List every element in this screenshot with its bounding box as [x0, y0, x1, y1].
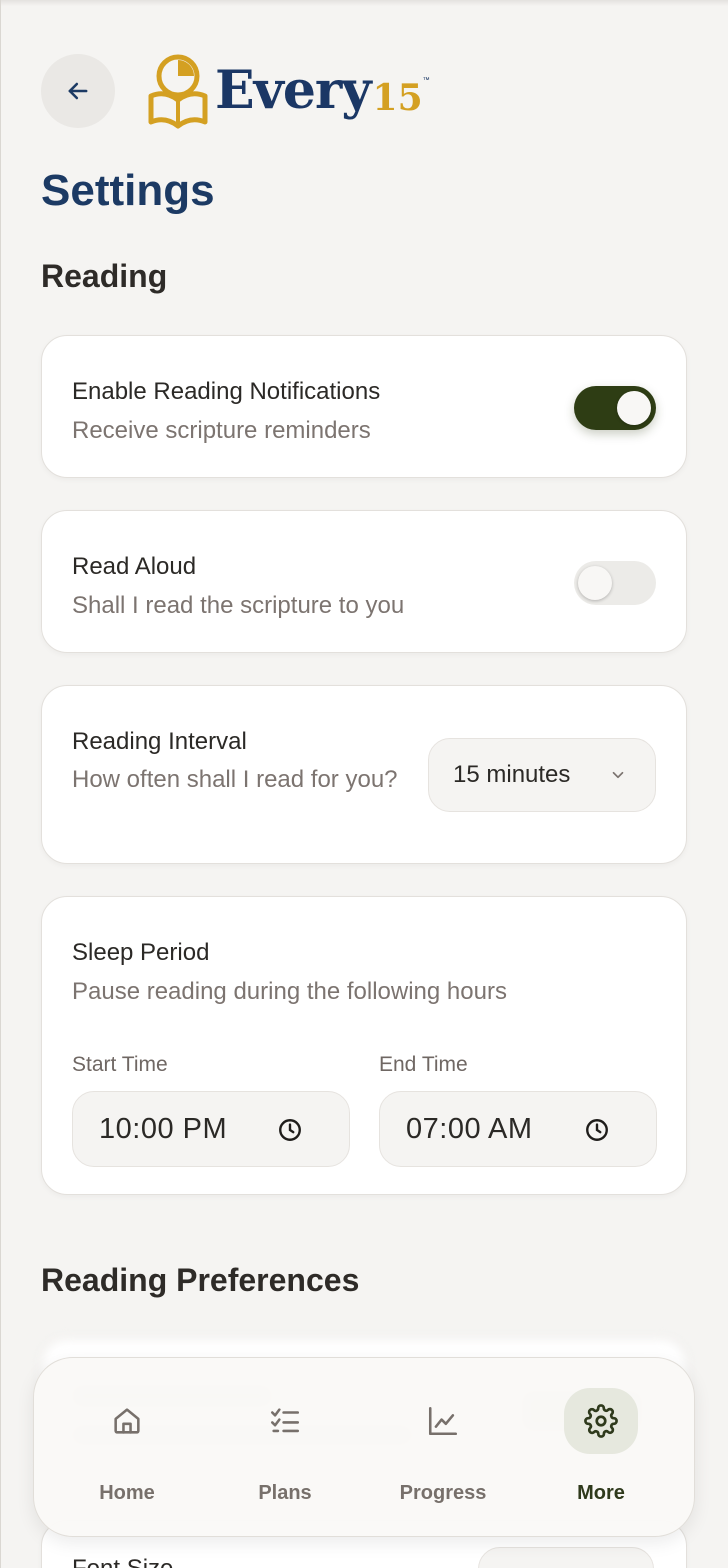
nav-item-more[interactable]: More: [541, 1388, 661, 1518]
end-time-value: 07:00 AM: [406, 1112, 533, 1145]
nav-item-progress[interactable]: Progress: [383, 1388, 503, 1518]
settings-page: Every 15 ™ Settings Reading Enable Readi…: [0, 0, 728, 1568]
arrow-left-icon: [68, 82, 88, 100]
nav-icon-wrap: [90, 1388, 164, 1454]
back-button[interactable]: [41, 54, 115, 128]
clock-icon: [279, 1119, 301, 1141]
end-time-input[interactable]: 07:00 AM: [379, 1091, 657, 1167]
nav-item-plans[interactable]: Plans: [225, 1388, 345, 1518]
nav-item-home[interactable]: Home: [67, 1388, 187, 1518]
reading-interval-select[interactable]: 15 minutes: [428, 738, 656, 812]
nav-icon-wrap: [564, 1388, 638, 1454]
end-time-label: End Time: [379, 1053, 468, 1076]
start-time-value: 10:00 PM: [99, 1112, 228, 1145]
notifications-card: Enable Reading Notifications Receive scr…: [41, 335, 687, 478]
notifications-title: Enable Reading Notifications: [72, 378, 381, 405]
chart-icon: [428, 1406, 458, 1436]
bottom-nav: Home Plans Progress More: [33, 1357, 695, 1537]
toggle-knob: [617, 391, 651, 425]
top-shadow: [1, 0, 728, 6]
nav-icon-wrap: [248, 1388, 322, 1454]
section-title-reading: Reading: [41, 258, 168, 294]
nav-label-plans: Plans: [258, 1482, 312, 1504]
toggle-knob: [578, 566, 612, 600]
reading-interval-value: 15 minutes: [453, 761, 571, 788]
read-aloud-title: Read Aloud: [72, 553, 197, 580]
notifications-toggle[interactable]: [574, 386, 656, 430]
font-size-title: Font Size: [72, 1555, 173, 1568]
header: Every 15 ™: [41, 52, 430, 130]
page-title: Settings: [41, 166, 215, 215]
sleep-period-title: Sleep Period: [72, 939, 210, 966]
gear-icon: [584, 1404, 618, 1438]
sleep-period-subtitle: Pause reading during the following hours: [72, 978, 507, 1005]
notifications-subtitle: Receive scripture reminders: [72, 417, 371, 444]
read-aloud-card: Read Aloud Shall I read the scripture to…: [41, 510, 687, 653]
reading-interval-card: Reading Interval How often shall I read …: [41, 685, 687, 864]
chevron-down-icon: [612, 771, 624, 779]
font-size-select[interactable]: [478, 1547, 654, 1568]
nav-label-progress: Progress: [399, 1482, 487, 1504]
logo-trademark: ™: [422, 76, 430, 84]
start-time-input[interactable]: 10:00 PM: [72, 1091, 350, 1167]
read-aloud-subtitle: Shall I read the scripture to you: [72, 592, 405, 619]
reading-interval-subtitle: How often shall I read for you?: [72, 766, 398, 793]
clock-icon: [586, 1119, 608, 1141]
logo-word: Every: [215, 60, 372, 121]
start-time-label: Start Time: [72, 1053, 168, 1076]
section-title-preferences: Reading Preferences: [41, 1262, 360, 1298]
home-icon: [114, 1408, 140, 1434]
nav-label-home: Home: [99, 1482, 155, 1504]
nav-icon-wrap: [406, 1388, 480, 1454]
sleep-period-card: Sleep Period Pause reading during the fo…: [41, 896, 687, 1195]
book-clock-logo-icon: [148, 54, 208, 129]
nav-label-more: More: [577, 1482, 625, 1504]
checklist-icon: [270, 1408, 300, 1433]
read-aloud-toggle[interactable]: [574, 561, 656, 605]
reading-interval-title: Reading Interval: [72, 728, 247, 755]
every15-logo: Every 15 ™: [147, 52, 430, 130]
logo-number: 15: [372, 77, 423, 119]
